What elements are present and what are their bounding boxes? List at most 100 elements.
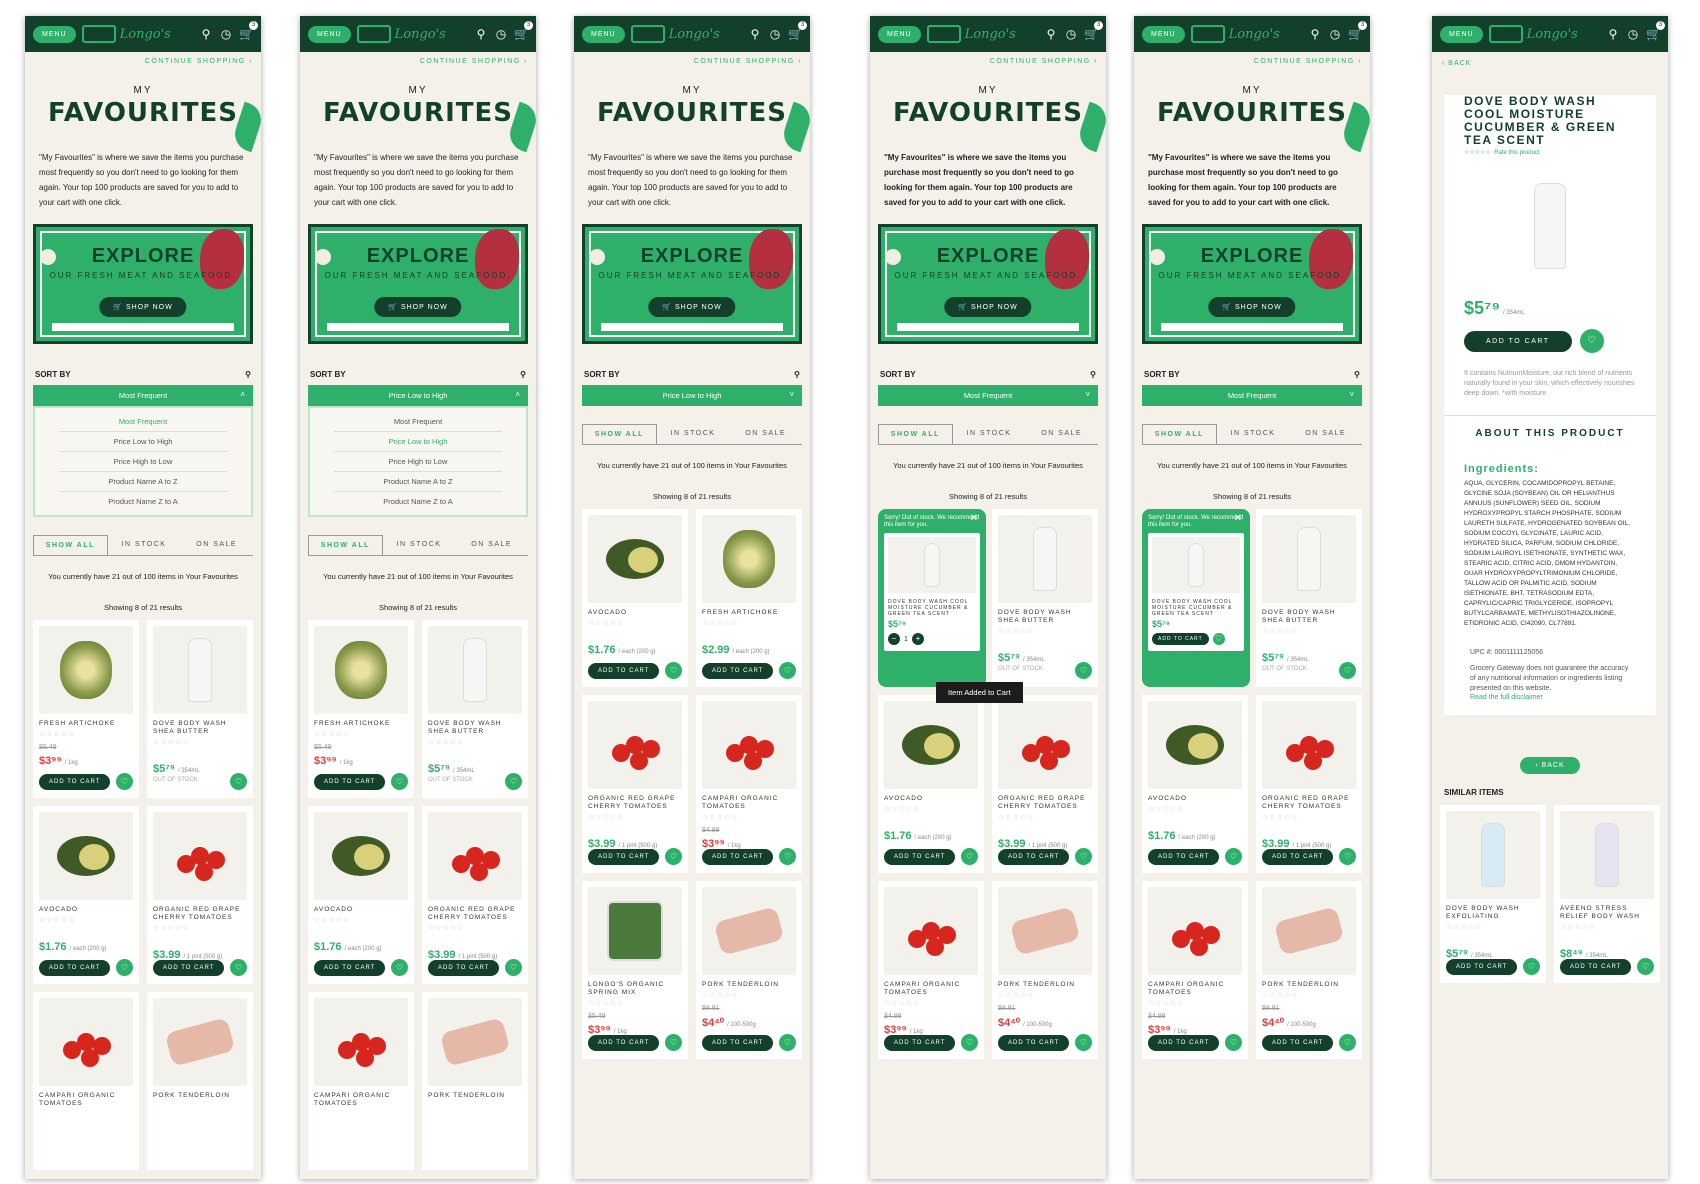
add-to-cart-button[interactable]: ADD TO CART [884,1034,956,1051]
product-card[interactable]: DOVE BODY WASH SHEA BUTTER ☆☆☆☆☆ $5⁷⁹/ 3… [1256,509,1362,687]
favourite-icon[interactable]: ♡ [779,848,796,865]
favourite-icon[interactable]: ♡ [779,1034,796,1051]
sort-dropdown[interactable]: Price Low to High ˅ [582,385,802,406]
add-to-cart-button[interactable]: ADD TO CART [1152,633,1209,645]
sort-dropdown[interactable]: Price Low to High ˄ [308,385,528,406]
add-to-cart-button[interactable]: ADD TO CART [1148,848,1220,865]
star-rating[interactable]: ☆☆☆☆☆ [588,619,682,627]
favourite-icon[interactable]: ♡ [665,848,682,865]
star-rating[interactable]: ☆☆☆☆☆ [702,619,796,627]
star-rating[interactable]: ☆☆☆☆☆ [1262,627,1356,635]
logo[interactable]: Longo's [1190,25,1302,43]
star-rating[interactable]: ☆☆☆☆☆ [1148,999,1242,1007]
shop-now-button[interactable]: 🛒 SHOP NOW [648,297,736,317]
favourite-icon[interactable]: ♡ [230,959,247,976]
cart-icon[interactable]: 🛒 3 [1348,21,1367,41]
sort-option[interactable]: Product Name A to Z [59,472,227,492]
product-card[interactable]: AVOCADO ☆☆☆☆☆ $1.76/ each (200 g) ADD TO… [878,695,984,873]
star-rating[interactable]: ☆☆☆☆☆ Rate this product [1444,147,1656,158]
cart-icon[interactable]: 🛒 3 [1646,21,1665,41]
favourite-icon[interactable]: ♡ [961,1034,978,1051]
favourite-icon[interactable]: ♡ [116,959,133,976]
tab-on-sale[interactable]: ON SALE [455,535,528,555]
sort-option[interactable]: Price High to Low [334,452,502,472]
favourite-icon[interactable]: ♡ [391,773,408,790]
sort-option[interactable]: Product Name Z to A [334,492,502,511]
product-card[interactable]: PORK TENDERLOIN ☆☆☆☆☆ $8.81 $4⁴⁰/ 100-50… [992,881,1098,1059]
product-card[interactable]: CAMPARI ORGANIC TOMATOES ☆☆☆☆☆ $4.99 $3⁹… [696,695,802,873]
product-card[interactable]: CAMPARI ORGANIC TOMATOES ☆☆☆☆☆ $4.99 $3⁹… [1142,881,1248,1059]
favourite-icon[interactable]: ♡ [1212,633,1225,645]
favourite-icon[interactable]: ♡ [1637,958,1654,975]
favourite-icon[interactable]: ♡ [779,662,796,679]
star-rating[interactable]: ☆☆☆☆☆ [428,738,522,746]
search-icon[interactable]: ⚲ [1308,27,1322,41]
product-card[interactable]: DOVE BODY WASH SHEA BUTTER ☆☆☆☆☆ $5⁷⁹/ 3… [422,620,528,798]
shop-now-button[interactable]: 🛒 SHOP NOW [1208,297,1296,317]
tab-show-all[interactable]: SHOW ALL [878,424,953,444]
continue-shopping-link[interactable]: CONTINUE SHOPPING › [1134,52,1370,71]
favourite-icon[interactable]: ♡ [1339,1034,1356,1051]
clock-icon[interactable]: ◷ [1626,27,1640,41]
add-to-cart-button[interactable]: ADD TO CART [884,848,956,865]
tab-show-all[interactable]: SHOW ALL [33,535,108,555]
product-card[interactable]: PORK TENDERLOIN [422,992,528,1170]
star-rating[interactable]: ☆☆☆☆☆ [314,916,408,924]
tab-show-all[interactable]: SHOW ALL [582,424,657,444]
recommended-product-card[interactable]: DOVE BODY WASH COOL MOISTURE CUCUMBER & … [1148,533,1244,651]
tab-in-stock[interactable]: IN STOCK [108,535,181,555]
add-to-cart-button[interactable]: ADD TO CART [998,1034,1070,1051]
add-to-cart-button[interactable]: ADD TO CART [1262,1034,1334,1051]
logo[interactable]: Longo's [926,25,1038,43]
star-rating[interactable]: ☆☆☆☆☆ [702,991,796,999]
search-icon[interactable]: ⚲ [474,27,488,41]
favourite-icon[interactable]: ♡ [1225,848,1242,865]
favourite-icon[interactable]: ♡ [1075,662,1092,679]
favourite-icon[interactable]: ♡ [1225,1034,1242,1051]
add-to-cart-button[interactable]: ADD TO CART [998,848,1070,865]
sort-option[interactable]: Product Name Z to A [59,492,227,511]
add-to-cart-button[interactable]: ADD TO CART [702,662,774,679]
add-to-cart-button[interactable]: ADD TO CART [39,959,111,976]
star-rating[interactable]: ☆☆☆☆☆ [884,999,978,1007]
product-card[interactable]: ORGANIC RED GRAPE CHERRY TOMATOES ☆☆☆☆☆ … [147,806,253,984]
product-card[interactable]: ORGANIC RED GRAPE CHERRY TOMATOES ☆☆☆☆☆ … [422,806,528,984]
product-card[interactable]: AVOCADO ☆☆☆☆☆ $1.76/ each (200 g) ADD TO… [582,509,688,687]
menu-button[interactable]: MENU [582,25,625,43]
favourite-icon[interactable]: ♡ [1523,958,1540,975]
promo-banner[interactable]: EXPLORE OUR FRESH MEAT AND SEAFOOD. 🛒 SH… [308,224,528,344]
favourite-icon[interactable]: ♡ [1339,848,1356,865]
menu-button[interactable]: MENU [1142,25,1185,43]
add-to-cart-button[interactable]: ADD TO CART [588,662,660,679]
star-rating[interactable]: ☆☆☆☆☆ [1148,805,1242,813]
star-rating[interactable]: ☆☆☆☆☆ [1262,813,1356,821]
product-card[interactable]: DOVE BODY WASH EXFOLIATING ☆☆☆☆☆ $5⁷⁹/ 3… [1440,805,1546,983]
recommended-product-card[interactable]: DOVE BODY WASH COOL MOISTURE CUCUMBER & … [884,533,980,651]
menu-button[interactable]: MENU [308,25,351,43]
tab-in-stock[interactable]: IN STOCK [383,535,456,555]
tab-show-all[interactable]: SHOW ALL [1142,424,1217,444]
logo[interactable]: Longo's [356,25,468,43]
favourite-icon[interactable]: ♡ [116,773,133,790]
clock-icon[interactable]: ◷ [494,27,508,41]
search-icon[interactable]: ⚲ [794,370,800,379]
product-card[interactable]: CAMPARI ORGANIC TOMATOES ☆☆☆☆☆ $4.99 $3⁹… [878,881,984,1059]
product-card[interactable]: AVEENO STRESS RELIEF BODY WASH ☆☆☆☆☆ $8⁴… [1554,805,1660,983]
continue-shopping-link[interactable]: CONTINUE SHOPPING › [25,52,261,71]
search-icon[interactable]: ⚲ [1044,27,1058,41]
logo[interactable]: Longo's [1488,25,1600,43]
shop-now-button[interactable]: 🛒 SHOP NOW [374,297,462,317]
favourite-icon[interactable]: ♡ [1339,662,1356,679]
product-card[interactable]: ✕ Sorry! Out of stock. We recommend this… [1142,509,1250,687]
menu-button[interactable]: MENU [878,25,921,43]
sort-option[interactable]: Most Frequent [334,412,502,432]
continue-shopping-link[interactable]: CONTINUE SHOPPING › [870,52,1106,71]
star-rating[interactable]: ☆☆☆☆☆ [1560,923,1654,931]
sort-dropdown[interactable]: Most Frequent ˅ [878,385,1098,406]
star-rating[interactable]: ☆☆☆☆☆ [314,730,408,738]
add-to-cart-button[interactable]: ADD TO CART [1262,848,1334,865]
search-icon[interactable]: ⚲ [1354,370,1360,379]
cart-icon[interactable]: 🛒 3 [788,21,807,41]
star-rating[interactable]: ☆☆☆☆☆ [39,730,133,738]
add-to-cart-button[interactable]: ADD TO CART [702,1034,774,1051]
